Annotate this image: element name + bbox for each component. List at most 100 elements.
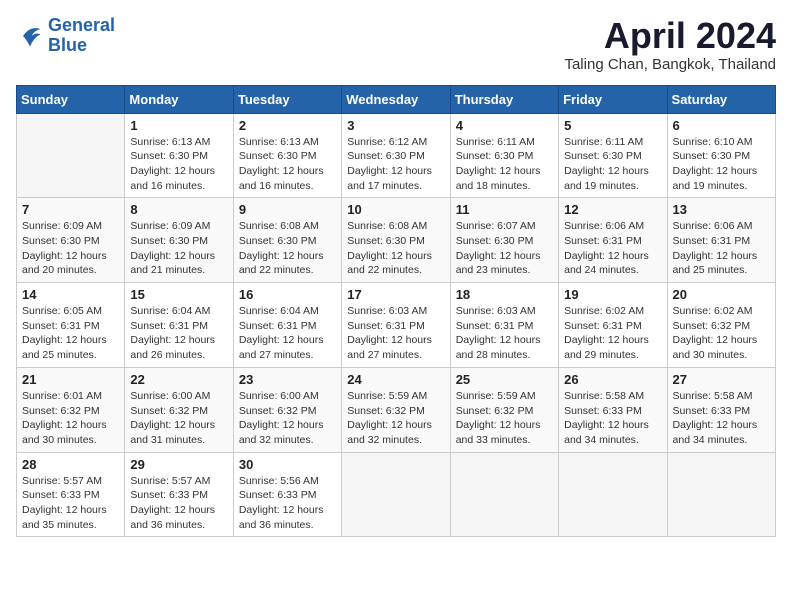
day-info: Sunrise: 6:03 AM Sunset: 6:31 PM Dayligh… (456, 304, 553, 363)
calendar-body: 1 Sunrise: 6:13 AM Sunset: 6:30 PM Daylig… (17, 113, 776, 537)
day-info: Sunrise: 5:56 AM Sunset: 6:33 PM Dayligh… (239, 474, 336, 533)
day-number: 6 (673, 118, 770, 133)
day-number: 24 (347, 372, 444, 387)
calendar-day-cell (559, 452, 667, 537)
day-number: 15 (130, 287, 227, 302)
calendar-day-cell: 5 Sunrise: 6:11 AM Sunset: 6:30 PM Daylig… (559, 113, 667, 198)
calendar-week-row: 28 Sunrise: 5:57 AM Sunset: 6:33 PM Dayli… (17, 452, 776, 537)
day-info: Sunrise: 6:00 AM Sunset: 6:32 PM Dayligh… (130, 389, 227, 448)
calendar-day-cell: 4 Sunrise: 6:11 AM Sunset: 6:30 PM Daylig… (450, 113, 558, 198)
calendar-day-cell: 15 Sunrise: 6:04 AM Sunset: 6:31 PM Dayli… (125, 283, 233, 368)
day-info: Sunrise: 6:13 AM Sunset: 6:30 PM Dayligh… (130, 135, 227, 194)
day-info: Sunrise: 6:03 AM Sunset: 6:31 PM Dayligh… (347, 304, 444, 363)
day-info: Sunrise: 6:10 AM Sunset: 6:30 PM Dayligh… (673, 135, 770, 194)
day-info: Sunrise: 5:57 AM Sunset: 6:33 PM Dayligh… (22, 474, 119, 533)
weekday-header-cell: Saturday (667, 85, 775, 113)
calendar-day-cell: 16 Sunrise: 6:04 AM Sunset: 6:31 PM Dayli… (233, 283, 341, 368)
calendar-day-cell: 8 Sunrise: 6:09 AM Sunset: 6:30 PM Daylig… (125, 198, 233, 283)
day-number: 16 (239, 287, 336, 302)
calendar-day-cell: 17 Sunrise: 6:03 AM Sunset: 6:31 PM Dayli… (342, 283, 450, 368)
day-number: 3 (347, 118, 444, 133)
weekday-header-cell: Sunday (17, 85, 125, 113)
day-number: 13 (673, 202, 770, 217)
calendar-day-cell: 10 Sunrise: 6:08 AM Sunset: 6:30 PM Dayli… (342, 198, 450, 283)
day-info: Sunrise: 6:09 AM Sunset: 6:30 PM Dayligh… (22, 219, 119, 278)
calendar-week-row: 14Sunrise: 6:05 AM Sunset: 6:31 PM Dayli… (17, 283, 776, 368)
day-number: 5 (564, 118, 661, 133)
day-number: 9 (239, 202, 336, 217)
day-number: 27 (673, 372, 770, 387)
day-info: Sunrise: 5:58 AM Sunset: 6:33 PM Dayligh… (564, 389, 661, 448)
day-info: Sunrise: 5:58 AM Sunset: 6:33 PM Dayligh… (673, 389, 770, 448)
day-info: Sunrise: 6:04 AM Sunset: 6:31 PM Dayligh… (130, 304, 227, 363)
day-info: Sunrise: 5:59 AM Sunset: 6:32 PM Dayligh… (456, 389, 553, 448)
day-number: 12 (564, 202, 661, 217)
weekday-header-row: SundayMondayTuesdayWednesdayThursdayFrid… (17, 85, 776, 113)
day-info: Sunrise: 5:59 AM Sunset: 6:32 PM Dayligh… (347, 389, 444, 448)
day-info: Sunrise: 6:07 AM Sunset: 6:30 PM Dayligh… (456, 219, 553, 278)
day-info: Sunrise: 6:00 AM Sunset: 6:32 PM Dayligh… (239, 389, 336, 448)
day-info: Sunrise: 6:12 AM Sunset: 6:30 PM Dayligh… (347, 135, 444, 194)
day-info: Sunrise: 5:57 AM Sunset: 6:33 PM Dayligh… (130, 474, 227, 533)
day-info: Sunrise: 6:01 AM Sunset: 6:32 PM Dayligh… (22, 389, 119, 448)
calendar-day-cell: 12Sunrise: 6:06 AM Sunset: 6:31 PM Dayli… (559, 198, 667, 283)
calendar-day-cell: 6 Sunrise: 6:10 AM Sunset: 6:30 PM Daylig… (667, 113, 775, 198)
day-number: 17 (347, 287, 444, 302)
day-number: 11 (456, 202, 553, 217)
day-info: Sunrise: 6:11 AM Sunset: 6:30 PM Dayligh… (564, 135, 661, 194)
calendar-day-cell: 22Sunrise: 6:00 AM Sunset: 6:32 PM Dayli… (125, 367, 233, 452)
day-number: 8 (130, 202, 227, 217)
calendar-day-cell: 23 Sunrise: 6:00 AM Sunset: 6:32 PM Dayli… (233, 367, 341, 452)
day-number: 26 (564, 372, 661, 387)
calendar-day-cell: 24 Sunrise: 5:59 AM Sunset: 6:32 PM Dayli… (342, 367, 450, 452)
day-info: Sunrise: 6:05 AM Sunset: 6:31 PM Dayligh… (22, 304, 119, 363)
calendar-table: SundayMondayTuesdayWednesdayThursdayFrid… (16, 85, 776, 538)
calendar-day-cell: 9 Sunrise: 6:08 AM Sunset: 6:30 PM Daylig… (233, 198, 341, 283)
calendar-day-cell: 11 Sunrise: 6:07 AM Sunset: 6:30 PM Dayli… (450, 198, 558, 283)
logo-text: GeneralBlue (48, 16, 115, 56)
day-number: 30 (239, 457, 336, 472)
day-info: Sunrise: 6:06 AM Sunset: 6:31 PM Dayligh… (673, 219, 770, 278)
logo: GeneralBlue (16, 16, 115, 56)
logo-icon (16, 22, 44, 50)
weekday-header-cell: Thursday (450, 85, 558, 113)
day-info: Sunrise: 6:11 AM Sunset: 6:30 PM Dayligh… (456, 135, 553, 194)
calendar-day-cell: 14Sunrise: 6:05 AM Sunset: 6:31 PM Dayli… (17, 283, 125, 368)
day-number: 7 (22, 202, 119, 217)
day-number: 28 (22, 457, 119, 472)
day-number: 21 (22, 372, 119, 387)
day-info: Sunrise: 6:02 AM Sunset: 6:31 PM Dayligh… (564, 304, 661, 363)
day-number: 10 (347, 202, 444, 217)
calendar-week-row: 1 Sunrise: 6:13 AM Sunset: 6:30 PM Daylig… (17, 113, 776, 198)
calendar-day-cell: 29 Sunrise: 5:57 AM Sunset: 6:33 PM Dayli… (125, 452, 233, 537)
calendar-day-cell: 30 Sunrise: 5:56 AM Sunset: 6:33 PM Dayli… (233, 452, 341, 537)
day-number: 29 (130, 457, 227, 472)
calendar-day-cell: 27 Sunrise: 5:58 AM Sunset: 6:33 PM Dayli… (667, 367, 775, 452)
day-info: Sunrise: 6:08 AM Sunset: 6:30 PM Dayligh… (239, 219, 336, 278)
weekday-header-cell: Wednesday (342, 85, 450, 113)
calendar-day-cell: 7 Sunrise: 6:09 AM Sunset: 6:30 PM Daylig… (17, 198, 125, 283)
weekday-header-cell: Friday (559, 85, 667, 113)
day-info: Sunrise: 6:09 AM Sunset: 6:30 PM Dayligh… (130, 219, 227, 278)
calendar-day-cell (342, 452, 450, 537)
calendar-day-cell: 2Sunrise: 6:13 AM Sunset: 6:30 PM Daylig… (233, 113, 341, 198)
day-info: Sunrise: 6:08 AM Sunset: 6:30 PM Dayligh… (347, 219, 444, 278)
day-number: 23 (239, 372, 336, 387)
calendar-day-cell: 20Sunrise: 6:02 AM Sunset: 6:32 PM Dayli… (667, 283, 775, 368)
location: Taling Chan, Bangkok, Thailand (564, 56, 776, 73)
calendar-day-cell (450, 452, 558, 537)
day-info: Sunrise: 6:02 AM Sunset: 6:32 PM Dayligh… (673, 304, 770, 363)
month-title: April 2024 (564, 16, 776, 56)
day-number: 4 (456, 118, 553, 133)
day-number: 25 (456, 372, 553, 387)
weekday-header-cell: Monday (125, 85, 233, 113)
calendar-day-cell: 3 Sunrise: 6:12 AM Sunset: 6:30 PM Daylig… (342, 113, 450, 198)
calendar-day-cell: 18Sunrise: 6:03 AM Sunset: 6:31 PM Dayli… (450, 283, 558, 368)
calendar-day-cell: 26 Sunrise: 5:58 AM Sunset: 6:33 PM Dayli… (559, 367, 667, 452)
day-number: 1 (130, 118, 227, 133)
day-info: Sunrise: 6:04 AM Sunset: 6:31 PM Dayligh… (239, 304, 336, 363)
calendar-day-cell: 1 Sunrise: 6:13 AM Sunset: 6:30 PM Daylig… (125, 113, 233, 198)
weekday-header-cell: Tuesday (233, 85, 341, 113)
calendar-day-cell: 13 Sunrise: 6:06 AM Sunset: 6:31 PM Dayli… (667, 198, 775, 283)
calendar-day-cell: 19Sunrise: 6:02 AM Sunset: 6:31 PM Dayli… (559, 283, 667, 368)
